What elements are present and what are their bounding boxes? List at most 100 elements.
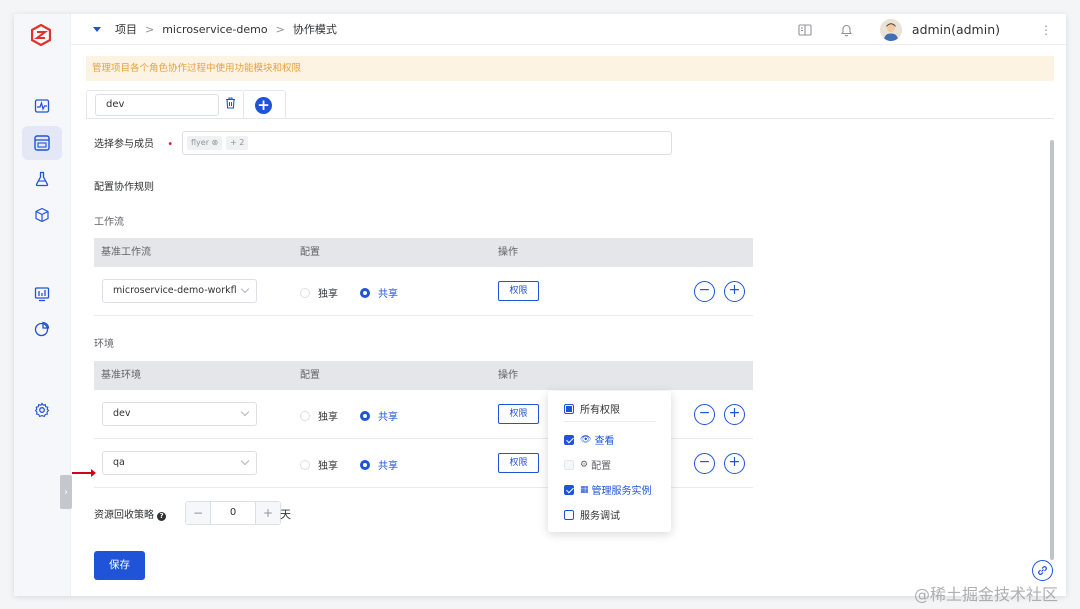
radio-shared[interactable]: 共享 [360,408,398,423]
environment-select[interactable]: dev [102,402,257,426]
add-row-button[interactable]: + [724,453,745,474]
permissions-popover: 所有权限 👁 查看 ⚙ 配置 ▦ 管理服务实例 服务调试 [548,391,671,532]
project-icon[interactable] [22,126,62,160]
radio-circle [300,287,310,298]
tab-dev[interactable]: dev [86,90,244,119]
member-select[interactable]: flyer ⊗ + 2 [182,131,672,155]
member-chip-flyer[interactable]: flyer ⊗ [187,136,223,150]
recycle-days-stepper: − 0 + [185,501,281,525]
permission-config[interactable]: ⚙ 配置 [564,457,611,472]
radio-exclusive[interactable]: 独享 [300,408,338,423]
recycle-label: 资源回收策略 ? [94,506,167,521]
environment-select[interactable]: qa [102,451,257,475]
user-name[interactable]: admin(admin) [912,22,1000,37]
workflow-title: 工作流 [94,217,124,228]
add-tab-button[interactable]: + [255,97,272,114]
help-icon[interactable]: ? [157,512,167,521]
add-row-button[interactable]: + [724,281,745,302]
member-chip-more[interactable]: + 2 [226,136,249,150]
book-icon[interactable] [796,21,814,39]
pie-chart-icon[interactable] [22,312,62,346]
checkbox[interactable] [564,509,574,520]
environment-table-header: 基准环境 配置 操作 [94,361,753,390]
recycle-days-input[interactable]: 0 [210,502,256,524]
breadcrumb-separator: > [275,22,285,36]
radio-label: 共享 [378,289,398,300]
permission-label: 所有权限 [580,405,620,416]
rules-title: 配置协作规则 [94,182,154,193]
radio-label: 独享 [318,461,338,472]
watermark: @稀土掘金技术社区 [914,585,1059,604]
permission-view[interactable]: 👁 查看 [564,432,614,447]
chevron-down-icon [240,284,250,294]
decrement-button[interactable]: − [186,502,210,524]
recycle-unit: 天 [280,508,291,521]
required-mark: • [167,139,174,150]
radio-shared[interactable]: 共享 [360,457,398,472]
grid-icon: ▦ [580,484,589,495]
logo-icon[interactable] [30,23,52,47]
tab-name-input[interactable]: dev [95,94,219,116]
breadcrumb-item-project-name[interactable]: microservice-demo [162,23,267,36]
checkbox[interactable] [564,403,574,414]
radio-circle [300,410,310,421]
permission-manage-instances[interactable]: ▦ 管理服务实例 [564,482,652,497]
link-icon[interactable] [1032,560,1053,581]
column-header: 配置 [300,247,320,258]
add-row-button[interactable]: + [724,404,745,425]
radio-exclusive[interactable]: 独享 [300,457,338,472]
avatar[interactable] [879,18,902,41]
environment-select-value: dev [113,408,131,419]
workflow-select[interactable]: microservice-demo-workfl [102,279,257,303]
workflow-table: 基准工作流 配置 操作 microservice-demo-workfl 独享 … [94,238,753,316]
breadcrumb-item-project[interactable]: 项目 [115,21,137,37]
radio-circle [360,410,370,421]
trash-icon[interactable] [225,97,236,112]
radio-label: 共享 [378,461,398,472]
members-label: 选择参与成员 • [94,135,173,150]
bell-icon[interactable] [838,21,856,39]
top-right-tools: admin(admin) ⋮ [796,14,1066,45]
checkbox[interactable] [564,434,574,445]
annotation-arrow-icon [72,469,96,477]
permission-button[interactable]: 权限 [498,453,539,473]
more-vertical-icon[interactable]: ⋮ [1040,23,1052,37]
radio-circle [300,459,310,470]
monitor-wave-icon[interactable] [22,89,62,123]
remove-row-button[interactable]: − [694,404,715,425]
env-tabs: dev + [86,90,1054,119]
permission-button[interactable]: 权限 [498,281,539,301]
permission-label: 配置 [591,461,612,472]
increment-button[interactable]: + [256,502,280,524]
app-window: › 项目 > microservice-demo > 协作模式 admin(ad… [14,14,1066,596]
sidebar-collapse-handle[interactable]: › [60,475,72,509]
checkbox[interactable] [564,484,574,495]
dashboard-icon[interactable] [22,277,62,311]
eye-icon: 👁 [580,434,592,445]
workflow-table-header: 基准工作流 配置 操作 [94,238,753,267]
radio-exclusive[interactable]: 独享 [300,285,338,300]
radio-shared[interactable]: 共享 [360,285,398,300]
chevron-down-icon [240,456,250,466]
gear-icon: ⚙ [580,459,589,470]
settings-gear-icon[interactable] [22,393,62,427]
table-row: microservice-demo-workfl 独享 共享 权限 − + [94,267,753,316]
column-header: 基准环境 [101,370,141,381]
permission-debug[interactable]: 服务调试 [564,507,620,522]
checkbox[interactable] [564,459,574,470]
permission-label: 查看 [594,436,615,447]
remove-row-button[interactable]: − [694,281,715,302]
radio-label: 共享 [378,412,398,423]
divider [564,421,656,422]
flask-icon[interactable] [22,162,62,196]
permission-all[interactable]: 所有权限 [564,401,620,416]
save-button[interactable]: 保存 [94,551,145,580]
package-icon[interactable] [22,198,62,232]
scrollbar[interactable] [1050,140,1054,560]
column-header: 配置 [300,370,320,381]
permission-button[interactable]: 权限 [498,404,539,424]
remove-row-button[interactable]: − [694,453,715,474]
environment-select-value: qa [113,457,125,468]
caret-down-icon[interactable] [93,26,101,32]
top-bar: 项目 > microservice-demo > 协作模式 admin(admi… [71,14,1066,45]
